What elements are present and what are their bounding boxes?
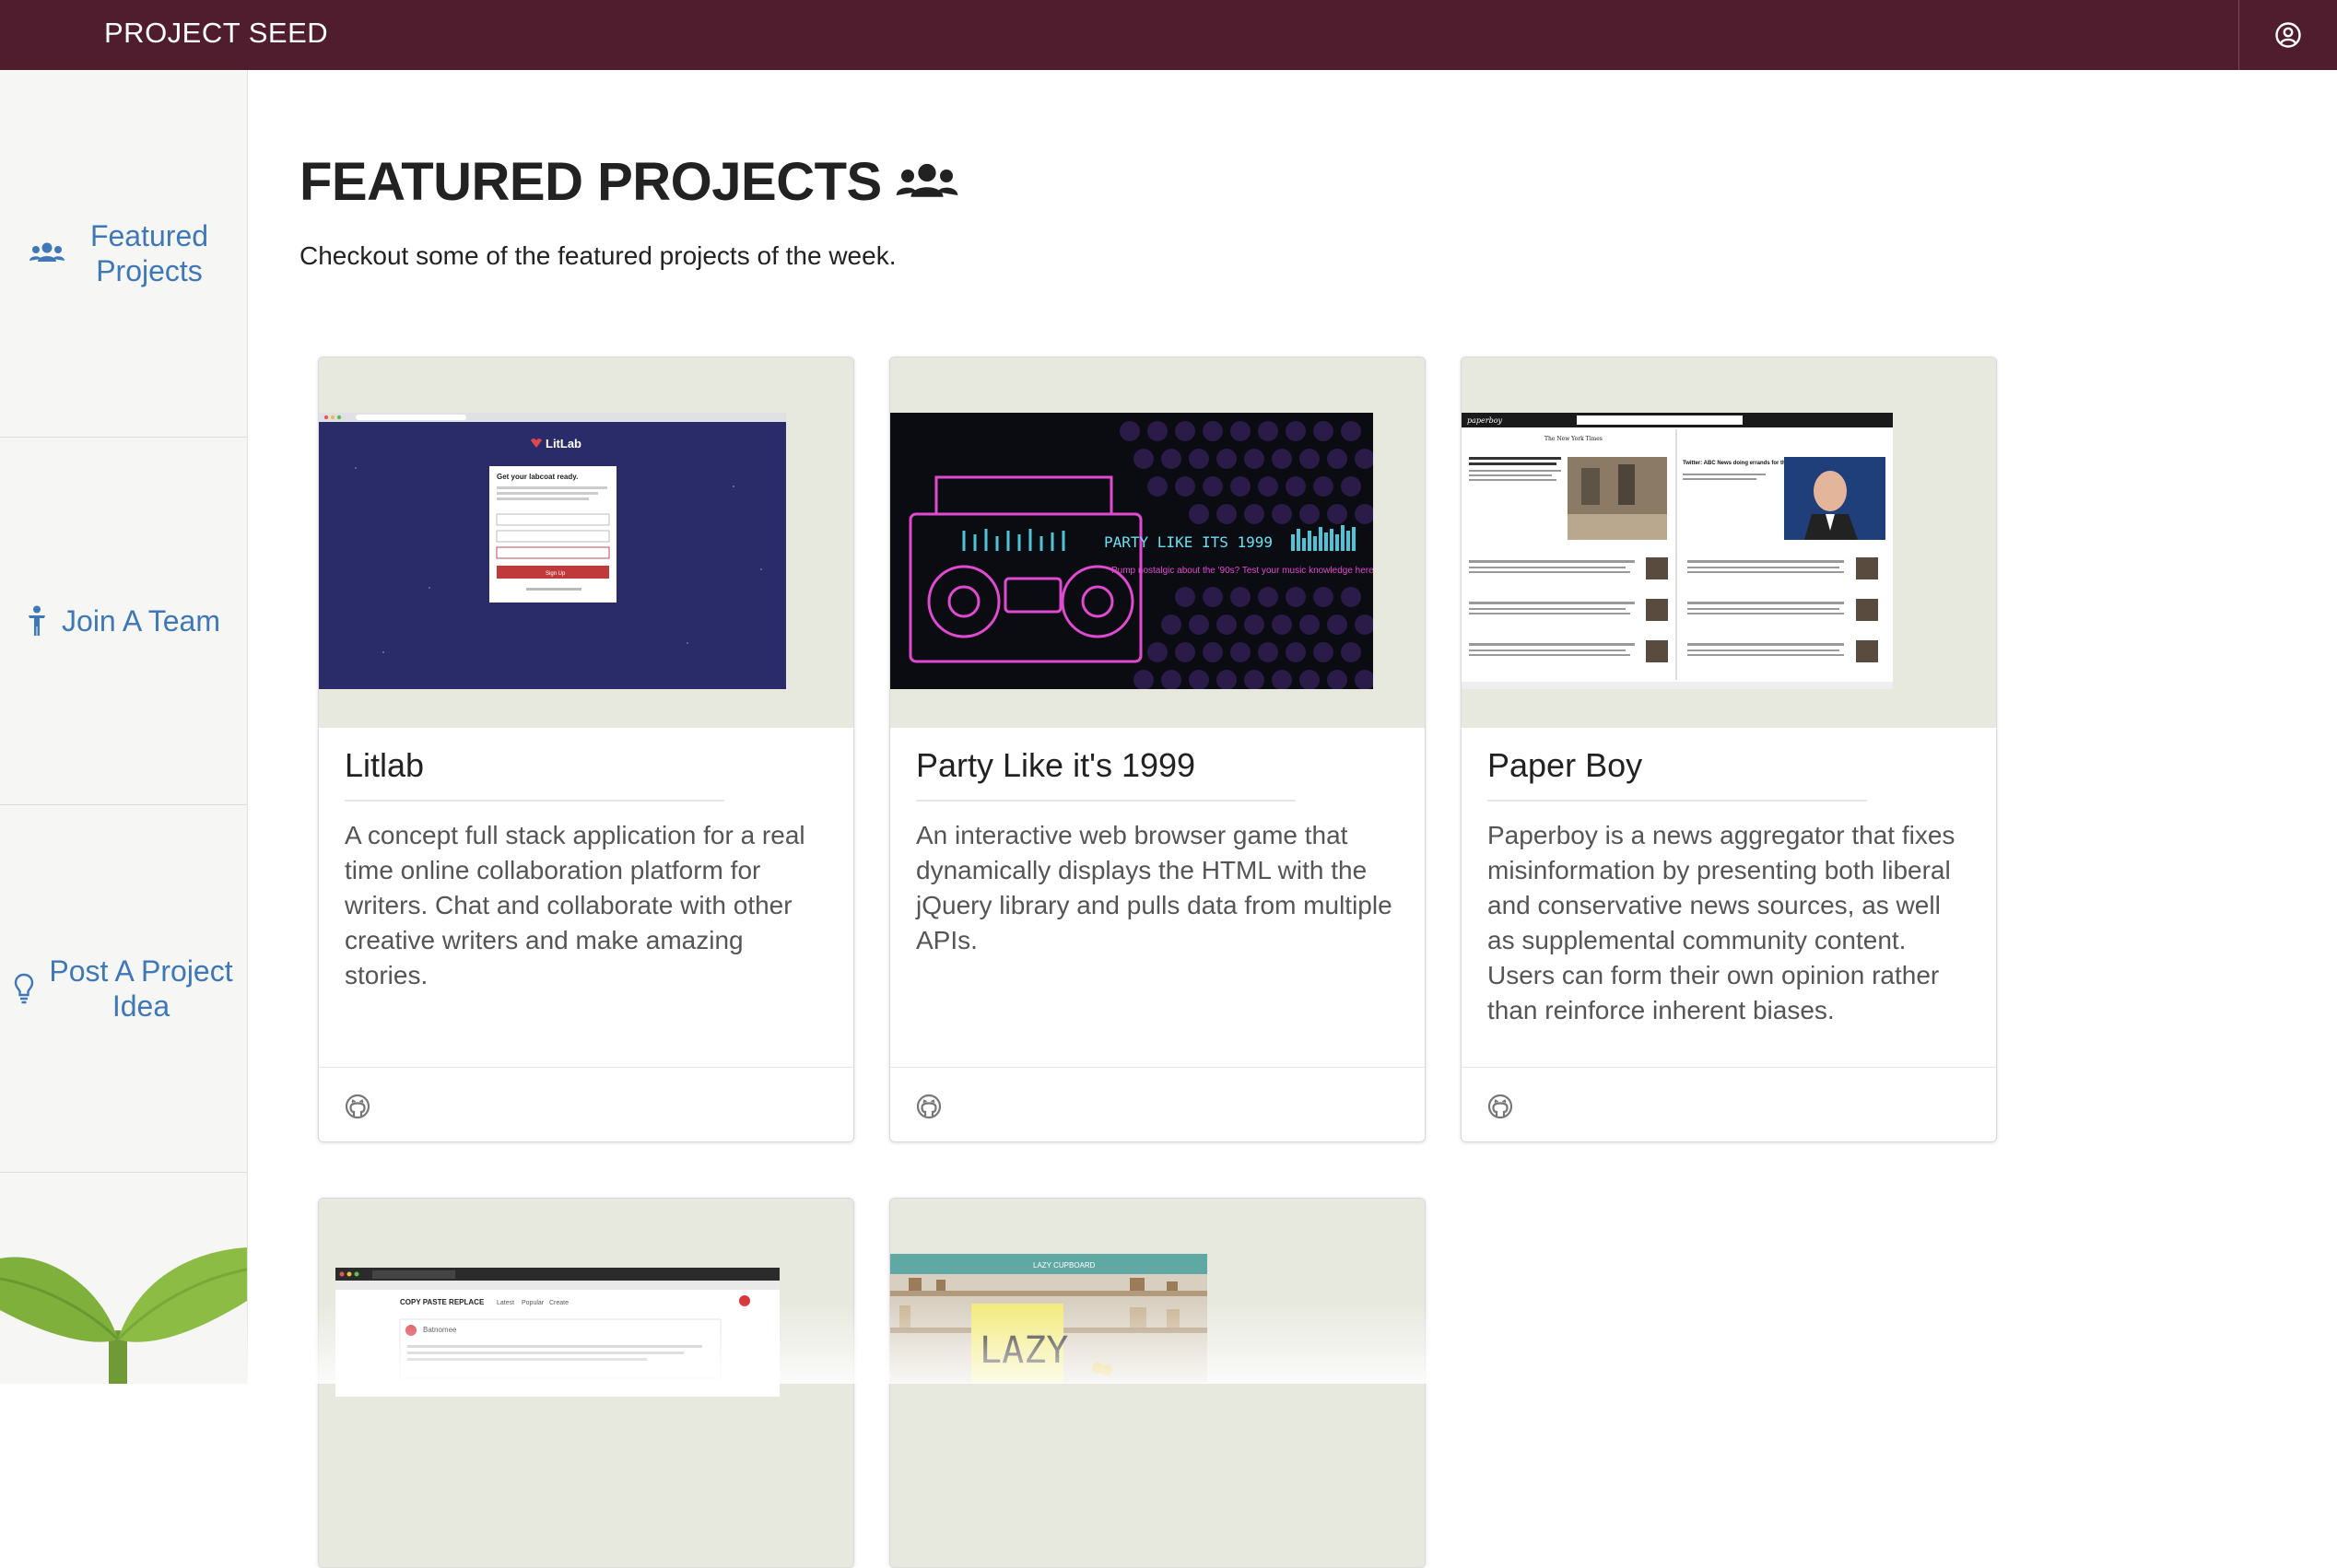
- screenshot-tagline: Pump nostalgic about the '90s? Test your…: [1111, 566, 1373, 576]
- project-title[interactable]: Litlab: [345, 728, 828, 796]
- screenshot-logo: paperboy: [1467, 416, 1503, 425]
- github-icon[interactable]: [345, 1094, 370, 1124]
- screenshot-header: LAZY CUPBOARD: [1033, 1261, 1096, 1270]
- screenshot-tab: Popular: [522, 1300, 545, 1306]
- project-screenshot[interactable]: PARTY LIKE ITS 1999 Pump nostalgic about…: [890, 357, 1425, 728]
- project-card[interactable]: LAZY CUPBOARD LAZY: [889, 1198, 1426, 1568]
- project-card[interactable]: LitLab Get your labcoat ready. Sign Up L…: [318, 357, 854, 1142]
- page-title: FEATURED PROJECTS: [299, 151, 959, 213]
- divider: [916, 800, 1296, 802]
- project-card[interactable]: paperboy The New York Times Twitter: ABC…: [1461, 357, 1997, 1142]
- project-description: Paperboy is a news aggregator that fixes…: [1487, 821, 1955, 1024]
- card-footer: [890, 1067, 1425, 1141]
- project-title[interactable]: Party Like it's 1999: [916, 728, 1399, 796]
- lightbulb-icon: [14, 973, 34, 1004]
- screenshot-logo: LitLab: [546, 437, 581, 451]
- screenshot-heading: COPY PASTE REPLACE: [400, 1298, 485, 1306]
- sidebar-item-label: Post A Project Idea: [49, 954, 233, 1023]
- screenshot-heading: Get your labcoat ready.: [497, 473, 578, 481]
- person-icon: [27, 605, 47, 637]
- user-circle-icon: [2275, 22, 2301, 48]
- divider: [1487, 800, 1867, 802]
- screenshot-headline: PARTY LIKE ITS 1999: [1104, 533, 1273, 551]
- project-card[interactable]: COPY PASTE REPLACE Latest Popular Create…: [318, 1198, 854, 1568]
- github-icon[interactable]: [1487, 1094, 1513, 1124]
- screenshot-button: Sign Up: [546, 571, 566, 577]
- sidebar-item-label: Featured Projects: [89, 219, 209, 287]
- project-description: A concept full stack application for a r…: [345, 821, 805, 989]
- github-icon[interactable]: [916, 1094, 942, 1124]
- sidebar-item-featured-projects[interactable]: Featured Projects: [0, 70, 247, 438]
- sprout-logo: [0, 1247, 247, 1384]
- page-title-text: FEATURED PROJECTS: [299, 152, 882, 212]
- page-subtitle: Checkout some of the featured projects o…: [299, 241, 897, 270]
- screenshot-source: The New York Times: [1544, 436, 1603, 442]
- screenshot-post-title: Batnomee: [423, 1326, 457, 1334]
- screenshot-tab: Latest: [497, 1300, 514, 1306]
- card-footer: [1462, 1067, 1996, 1141]
- project-screenshot[interactable]: paperboy The New York Times Twitter: ABC…: [1462, 357, 1996, 728]
- project-card[interactable]: PARTY LIKE ITS 1999 Pump nostalgic about…: [889, 357, 1426, 1142]
- users-icon: [29, 241, 65, 265]
- divider: [345, 800, 724, 802]
- sidebar-item-post-a-project-idea[interactable]: Post A Project Idea: [0, 805, 247, 1173]
- card-footer: [319, 1067, 853, 1141]
- project-description: An interactive web browser game that dyn…: [916, 821, 1392, 954]
- project-title[interactable]: Paper Boy: [1487, 728, 1970, 796]
- sidebar-item-join-a-team[interactable]: Join A Team: [0, 438, 247, 805]
- account-button[interactable]: [2238, 0, 2337, 70]
- project-screenshot[interactable]: LitLab Get your labcoat ready. Sign Up: [319, 357, 853, 728]
- users-icon: [895, 161, 959, 204]
- screenshot-sign: LAZY: [980, 1329, 1068, 1372]
- sidebar: Featured Projects Join A Team Post A Pro…: [0, 70, 248, 1384]
- sidebar-item-label: Join A Team: [62, 604, 220, 638]
- brand-title[interactable]: PROJECT SEED: [104, 0, 328, 70]
- screenshot-tab: Create: [549, 1300, 569, 1306]
- top-navbar: PROJECT SEED: [0, 0, 2337, 70]
